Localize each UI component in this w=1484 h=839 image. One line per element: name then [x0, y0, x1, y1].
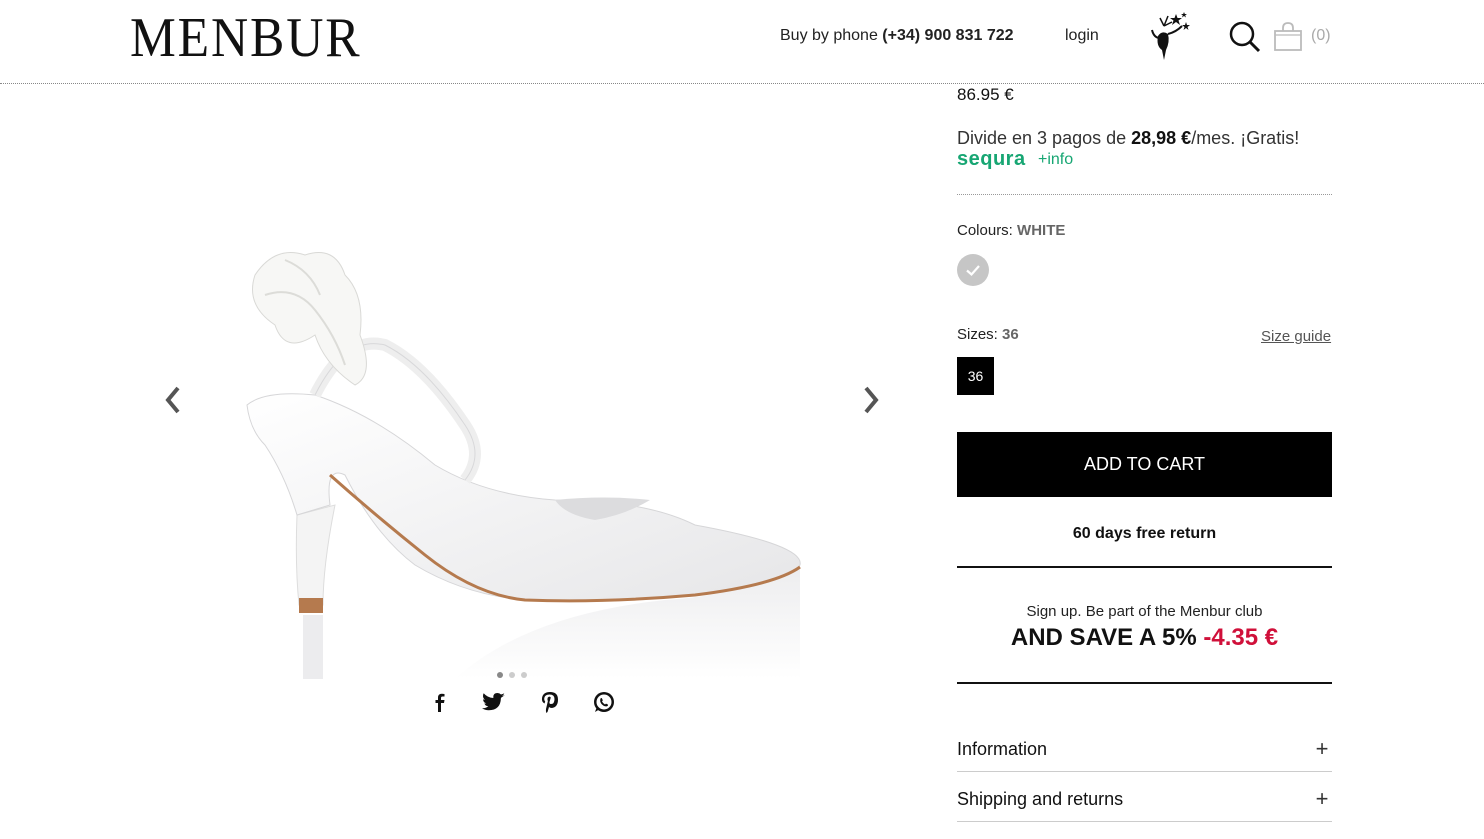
checkmark-icon	[966, 265, 980, 277]
free-return-note: 60 days free return	[1072, 525, 1217, 542]
search-icon[interactable]	[1226, 18, 1262, 54]
plus-icon[interactable]: +	[1312, 786, 1332, 812]
divider	[957, 771, 1332, 772]
twitter-icon[interactable]	[481, 690, 507, 714]
product-image[interactable]	[225, 95, 825, 679]
divider	[957, 682, 1332, 684]
colours-value: WHITE	[1017, 222, 1066, 239]
gallery-dot[interactable]	[521, 672, 527, 678]
login-link[interactable]: login	[1065, 27, 1099, 45]
sizes-label-text: Sizes:	[957, 326, 1003, 343]
phone-number[interactable]: (+34) 900 831 722	[882, 27, 1013, 44]
accordion-information[interactable]: Information +	[957, 729, 1332, 769]
size-option-36[interactable]: 36	[957, 357, 994, 395]
site-header: MENBUR Buy by phone (+34) 900 831 722 lo…	[0, 0, 1484, 84]
accordion-title: Information	[957, 738, 1048, 759]
phone-prefix: Buy by phone	[780, 27, 883, 44]
installments-amount: 28,98 €	[1131, 128, 1192, 148]
prev-image-arrow[interactable]	[158, 380, 188, 420]
gallery-dot[interactable]	[509, 672, 515, 678]
installments-suffix: /mes. ¡Gratis!	[1191, 128, 1300, 148]
save-text: AND SAVE A 5%	[1010, 624, 1204, 651]
pinterest-icon[interactable]	[537, 690, 563, 714]
sequra-logo: sequra	[957, 148, 1026, 170]
add-to-cart-button[interactable]: ADD TO CART	[957, 432, 1332, 497]
colour-swatch-white[interactable]	[957, 254, 989, 286]
installments-text: Divide en 3 pagos de 28,98 €/mes. ¡Grati…	[957, 128, 1299, 149]
next-image-arrow[interactable]	[856, 380, 886, 420]
divider	[957, 566, 1332, 568]
shopping-bag-icon[interactable]	[1272, 20, 1304, 52]
fairy-logo-icon[interactable]	[1140, 8, 1196, 64]
sizes-value: 36	[1002, 326, 1019, 343]
plus-icon[interactable]: +	[1312, 736, 1332, 762]
whatsapp-icon[interactable]	[591, 690, 617, 714]
facebook-icon[interactable]	[427, 690, 453, 714]
accordion-title: Shipping and returns	[957, 788, 1124, 809]
save-discount: -4.35 €	[1203, 624, 1279, 651]
sizes-label: Sizes: 36	[957, 326, 1019, 343]
product-price: 86.95 €	[957, 85, 1014, 104]
colours-label-text: Colours:	[957, 222, 1018, 239]
divider	[957, 194, 1332, 195]
gallery-dot[interactable]	[497, 672, 503, 678]
size-guide-link[interactable]: Size guide	[1261, 328, 1331, 345]
installments-prefix: Divide en 3 pagos de	[957, 128, 1132, 148]
shoe-image	[246, 252, 801, 679]
cart-count[interactable]: (0)	[1311, 27, 1331, 45]
gallery-dots	[497, 672, 527, 678]
sequra-more-info-link[interactable]: +info	[1038, 151, 1073, 169]
club-save-text: AND SAVE A 5% -4.35 €	[957, 624, 1332, 652]
divider	[957, 821, 1332, 822]
club-signup-text[interactable]: Sign up. Be part of the Menbur club	[957, 603, 1332, 620]
accordion-shipping-returns[interactable]: Shipping and returns +	[957, 779, 1332, 819]
phone-info: Buy by phone (+34) 900 831 722	[780, 27, 1014, 45]
colours-label: Colours: WHITE	[957, 222, 1065, 239]
site-logo[interactable]: MENBUR	[130, 6, 361, 70]
